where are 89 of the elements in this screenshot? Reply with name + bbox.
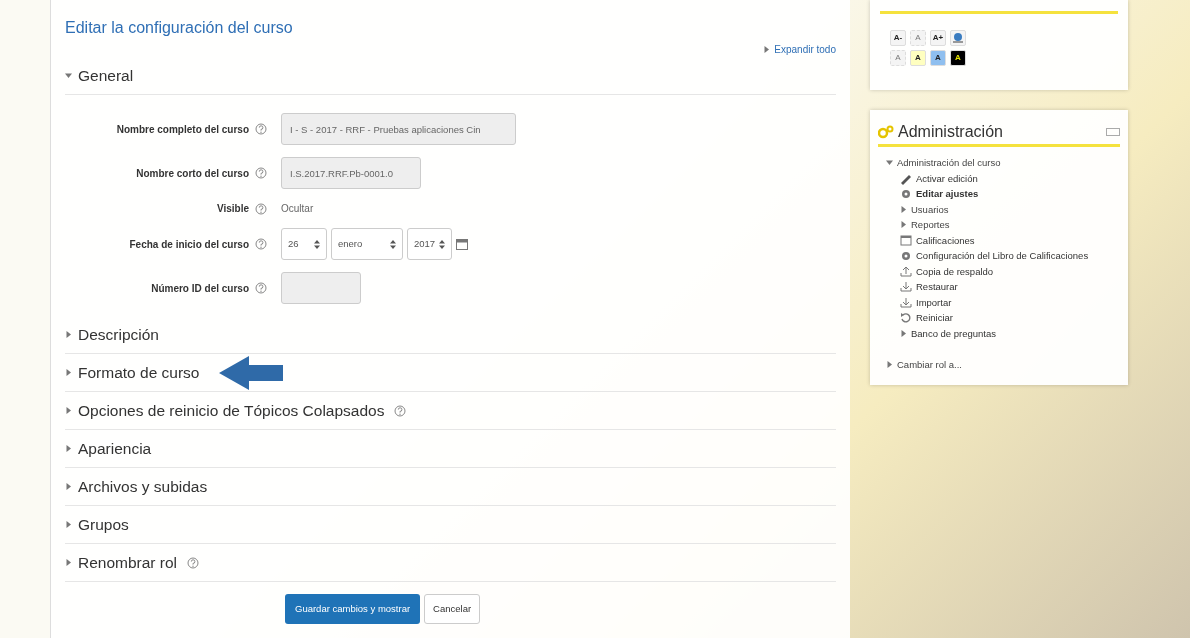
updown-arrows-icon xyxy=(314,239,320,249)
download-icon xyxy=(900,295,912,309)
field-label: Nombre completo del curso xyxy=(115,122,250,137)
font-tile[interactable]: A xyxy=(950,50,966,66)
section-header[interactable]: Archivos y subidas xyxy=(65,468,836,506)
expand-caret-icon[interactable] xyxy=(65,407,72,414)
field-value: Ocultar xyxy=(281,202,314,216)
font-tile: A xyxy=(890,50,906,66)
text-field[interactable] xyxy=(281,272,361,304)
section-header[interactable]: Formato de curso xyxy=(65,354,836,392)
section-title: Archivos y subidas xyxy=(78,476,208,497)
admin-link[interactable]: Activar edición xyxy=(916,170,978,186)
download-icon xyxy=(900,280,912,294)
admin-link[interactable]: Copia de respaldo xyxy=(916,263,994,279)
font-tile: A xyxy=(910,30,926,46)
form-title: Editar la configuración del curso xyxy=(65,18,294,38)
field-label: Visible xyxy=(215,202,250,216)
admin-link[interactable]: Calificaciones xyxy=(916,232,975,248)
section-title: Opciones de reinicio de Tópicos Colapsados xyxy=(78,400,385,421)
gear-icon xyxy=(900,187,912,201)
field-label: Nombre corto del curso xyxy=(135,166,250,181)
help-icon[interactable] xyxy=(187,556,200,569)
expand-caret-icon[interactable] xyxy=(886,361,893,369)
admin-link[interactable]: Importar xyxy=(916,294,952,310)
expand-caret-icon[interactable] xyxy=(65,331,72,338)
gears-icon xyxy=(878,125,894,139)
updown-arrows-icon xyxy=(439,239,445,249)
expand-caret-icon[interactable] xyxy=(900,221,907,229)
expand-caret-icon[interactable] xyxy=(65,483,72,490)
section-header[interactable]: Renombrar rol xyxy=(65,544,836,582)
table-icon xyxy=(900,233,912,247)
cancel-button[interactable]: Cancelar xyxy=(424,594,481,624)
section-title: Renombrar rol xyxy=(78,552,178,573)
expand-caret-icon[interactable] xyxy=(900,329,907,337)
admin-item[interactable]: Cambiar rol a... xyxy=(897,357,962,373)
admin-item[interactable]: Administración del curso xyxy=(897,155,1001,171)
expand-caret-icon[interactable] xyxy=(65,521,72,528)
block-title: Administración xyxy=(898,122,1003,142)
help-icon[interactable] xyxy=(255,282,267,294)
section-header[interactable]: Descripción xyxy=(65,316,836,354)
field-label: Número ID del curso xyxy=(150,281,250,296)
upload-icon xyxy=(900,264,912,278)
dock-icon[interactable] xyxy=(1106,128,1120,136)
help-icon[interactable] xyxy=(255,238,267,250)
expand-caret-icon[interactable] xyxy=(65,369,72,376)
admin-link[interactable]: Configuración del Libro de Calificaciones xyxy=(916,248,1089,264)
help-icon[interactable] xyxy=(394,404,407,417)
picture-tile-icon[interactable] xyxy=(950,30,966,46)
font-tile[interactable]: A- xyxy=(890,30,906,46)
text-field[interactable]: I - S - 2017 - RRF - Pruebas aplicaciones Cin xyxy=(281,113,516,145)
collapse-caret-icon[interactable] xyxy=(886,159,893,167)
section-header[interactable]: Grupos xyxy=(65,506,836,544)
select-field[interactable]: 2017 xyxy=(407,228,452,260)
select-field[interactable]: 26 xyxy=(281,228,327,260)
arrow-annotation-icon xyxy=(219,355,284,390)
section-title: Grupos xyxy=(78,514,129,535)
font-tile[interactable]: A+ xyxy=(930,30,946,46)
field-label: Fecha de inicio del curso xyxy=(128,237,250,252)
save-button[interactable]: Guardar cambios y mostrar xyxy=(285,594,421,624)
expand-all-link[interactable]: Expandir todo xyxy=(774,42,836,57)
admin-link[interactable]: Banco de preguntas xyxy=(911,325,997,341)
reset-icon xyxy=(900,311,912,325)
collapse-caret-icon[interactable] xyxy=(65,72,72,79)
expand-caret-icon[interactable] xyxy=(763,46,771,53)
section-title: General xyxy=(78,65,134,86)
section-title: Apariencia xyxy=(78,438,152,459)
select-field[interactable]: enero xyxy=(331,228,403,260)
admin-item[interactable]: Usuarios xyxy=(911,201,949,217)
help-icon[interactable] xyxy=(255,123,267,135)
help-icon[interactable] xyxy=(255,167,267,179)
expand-caret-icon[interactable] xyxy=(65,559,72,566)
admin-link[interactable]: Editar ajustes xyxy=(916,186,979,202)
section-title: Formato de curso xyxy=(78,362,200,383)
text-field[interactable]: I.S.2017.RRF.Pb-0001.0 xyxy=(281,157,421,189)
section-header[interactable]: General xyxy=(65,57,836,95)
admin-item[interactable]: Reportes xyxy=(911,217,950,233)
help-icon[interactable] xyxy=(255,202,267,215)
admin-link[interactable]: Reiniciar xyxy=(916,310,953,326)
section-title: Descripción xyxy=(78,324,159,345)
updown-arrows-icon xyxy=(390,239,396,249)
font-tile[interactable]: A xyxy=(930,50,946,66)
expand-caret-icon[interactable] xyxy=(900,205,907,213)
section-header[interactable]: Apariencia xyxy=(65,430,836,468)
section-header[interactable]: Opciones de reinicio de Tópicos Colapsados xyxy=(65,392,836,430)
font-tile[interactable]: A xyxy=(910,50,926,66)
admin-link[interactable]: Restaurar xyxy=(916,279,958,295)
expand-caret-icon[interactable] xyxy=(65,445,72,452)
gear-icon xyxy=(900,249,912,263)
calendar-icon[interactable] xyxy=(456,238,468,250)
